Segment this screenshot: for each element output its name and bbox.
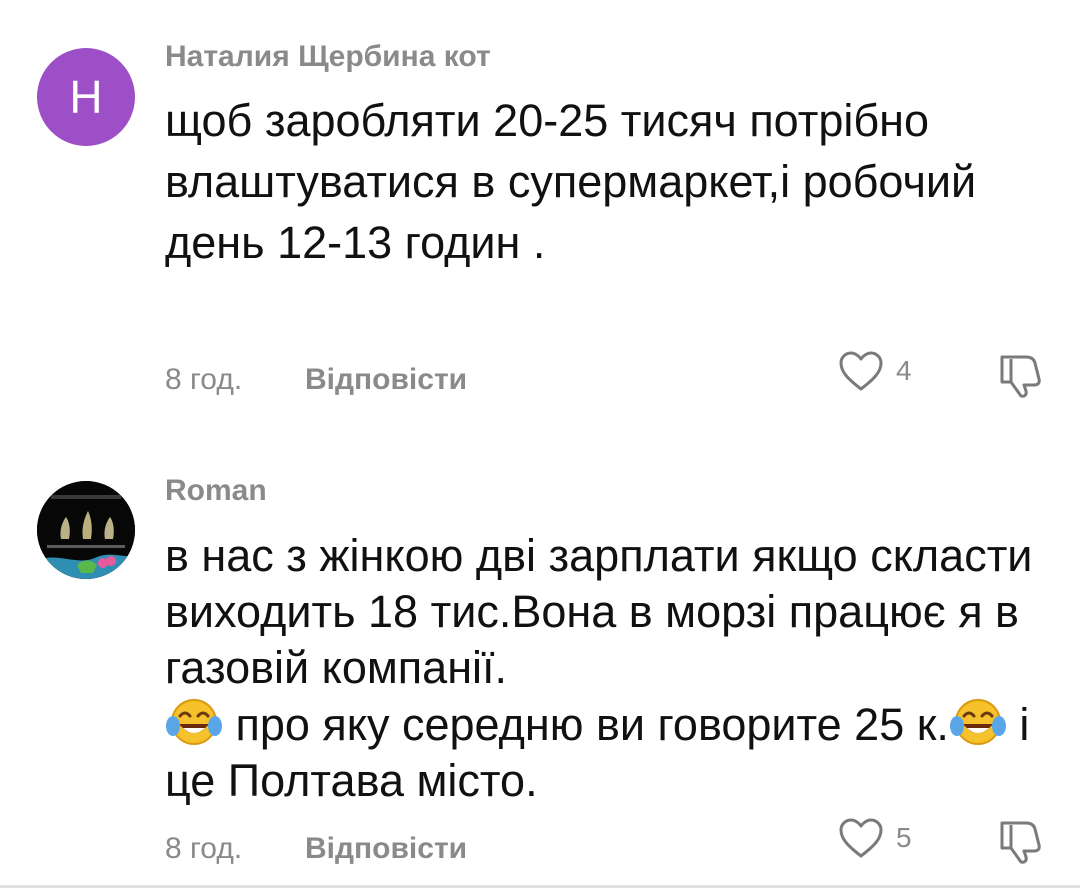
comment-text: в нас з жінкою дві зарплати якщо скласти…: [165, 528, 1045, 809]
thumbs-down-outline-icon[interactable]: [998, 352, 1044, 398]
avatar-letter: H: [69, 71, 103, 123]
reply-button[interactable]: Відповісти: [305, 363, 467, 397]
heart-outline-icon[interactable]: [838, 350, 884, 392]
thumbs-down-outline-icon[interactable]: [998, 818, 1044, 864]
comment-text: щоб заробляти 20-25 тисяч потрібно влашт…: [165, 95, 977, 268]
face-with-tears-of-joy-icon: [166, 699, 222, 745]
comment-text-part: в нас з жінкою дві зарплати якщо скласти…: [165, 530, 1033, 693]
avatar[interactable]: [37, 481, 135, 579]
avatar[interactable]: H: [37, 48, 135, 146]
reply-button[interactable]: Відповісти: [305, 832, 467, 866]
comment-time: 8 год.: [165, 832, 243, 865]
like-count: 5: [896, 822, 912, 853]
face-with-tears-of-joy-icon: [949, 699, 1006, 745]
comment-author[interactable]: Roman: [165, 474, 267, 508]
avatar-image: [37, 481, 135, 579]
heart-outline-icon[interactable]: [838, 817, 884, 859]
comment-author[interactable]: Наталия Щербина кот: [165, 40, 491, 74]
like-count: 4: [896, 355, 912, 386]
comment-text-part: про яку середню ви говорите 25 к.: [223, 699, 949, 750]
comment-time: 8 год.: [165, 363, 243, 396]
